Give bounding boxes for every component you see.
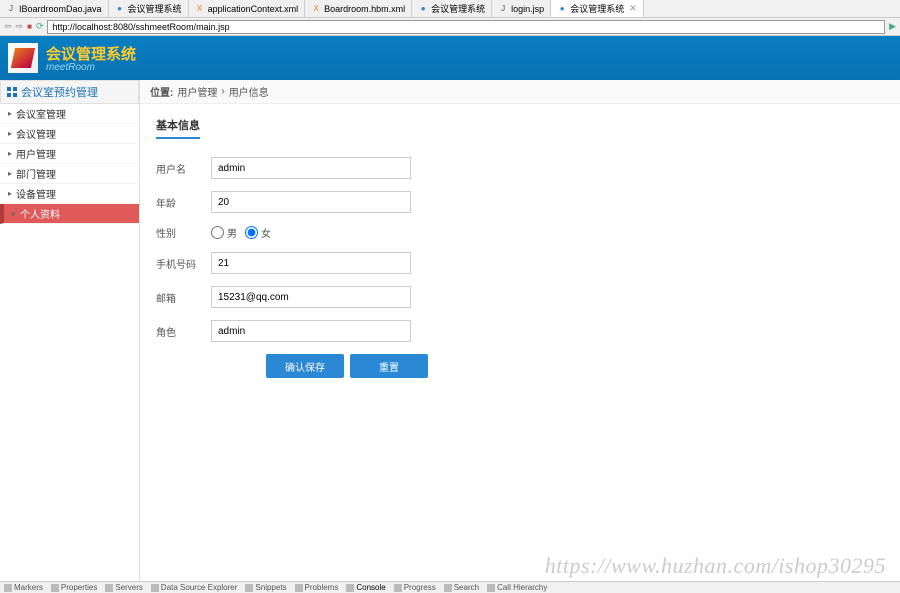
sidebar-item-equipment-manage[interactable]: ▸设备管理: [0, 184, 139, 204]
java-icon: J: [6, 4, 16, 14]
sidebar-item-user-manage[interactable]: ▸用户管理: [0, 144, 139, 164]
progress-icon: [394, 584, 402, 592]
tab-meeting-system-2[interactable]: ●会议管理系统: [412, 0, 492, 17]
watermark: https://www.huzhan.com/ishop30295: [545, 553, 886, 579]
chevron-right-icon: ▸: [8, 189, 12, 198]
markers-icon: [4, 584, 12, 592]
label-username: 用户名: [156, 161, 211, 176]
status-problems[interactable]: Problems: [295, 583, 339, 592]
sidebar-item-profile[interactable]: ▸个人资料: [0, 204, 139, 224]
chevron-right-icon: ▸: [8, 129, 12, 138]
tab-meeting-system-3[interactable]: ●会议管理系统✕: [551, 0, 644, 17]
status-data-source[interactable]: Data Source Explorer: [151, 583, 237, 592]
logo-icon: [11, 48, 35, 68]
role-input[interactable]: [211, 320, 411, 342]
tab-iboardroomdao[interactable]: JIBoardroomDao.java: [0, 0, 109, 17]
breadcrumb: 位置: 用户管理 › 用户信息: [140, 80, 900, 104]
xml-icon: X: [311, 4, 321, 14]
app-header: 会议管理系统 meetRoom: [0, 36, 900, 80]
web-icon: ●: [557, 4, 567, 14]
status-search[interactable]: Search: [444, 583, 479, 592]
chevron-right-icon: ▸: [8, 109, 12, 118]
sidebar: 会议室预约管理 ▸会议室管理 ▸会议管理 ▸用户管理 ▸部门管理 ▸设备管理 ▸…: [0, 80, 140, 581]
radio-male[interactable]: [211, 226, 224, 239]
label-email: 邮箱: [156, 290, 211, 305]
status-progress[interactable]: Progress: [394, 583, 436, 592]
web-icon: ●: [115, 4, 125, 14]
problems-icon: [295, 584, 303, 592]
logo: [8, 43, 38, 73]
data-source-icon: [151, 584, 159, 592]
tab-meeting-system-1[interactable]: ●会议管理系统: [109, 0, 189, 17]
chevron-right-icon: ▸: [8, 169, 12, 178]
submit-button[interactable]: 确认保存: [266, 354, 344, 378]
chevron-right-icon: ▸: [8, 149, 12, 158]
status-console[interactable]: Console: [346, 583, 385, 592]
label-role: 角色: [156, 324, 211, 339]
editor-tabs: JIBoardroomDao.java ●会议管理系统 Xapplication…: [0, 0, 900, 18]
browser-toolbar: ⇦ ⇨ ■ ⟳ ▶: [0, 18, 900, 36]
sidebar-item-dept-manage[interactable]: ▸部门管理: [0, 164, 139, 184]
section-title: 基本信息: [156, 117, 200, 139]
status-servers[interactable]: Servers: [105, 583, 143, 592]
chevron-right-icon: ▸: [12, 209, 16, 218]
status-markers[interactable]: Markers: [4, 583, 43, 592]
reset-button[interactable]: 重置: [350, 354, 428, 378]
call-hierarchy-icon: [487, 584, 495, 592]
email-input[interactable]: [211, 286, 411, 308]
url-input[interactable]: [47, 20, 885, 34]
forward-icon[interactable]: ⇨: [16, 21, 24, 32]
sidebar-item-meeting-manage[interactable]: ▸会议管理: [0, 124, 139, 144]
properties-icon: [51, 584, 59, 592]
age-input[interactable]: [211, 191, 411, 213]
tab-appcontext[interactable]: XapplicationContext.xml: [189, 0, 306, 17]
xml-icon: X: [195, 4, 205, 14]
label-age: 年龄: [156, 195, 211, 210]
servers-icon: [105, 584, 113, 592]
stop-icon[interactable]: ■: [27, 22, 32, 31]
status-properties[interactable]: Properties: [51, 583, 97, 592]
label-gender: 性别: [156, 225, 211, 240]
status-bar: Markers Properties Servers Data Source E…: [0, 581, 900, 593]
radio-female-label[interactable]: 女: [245, 225, 271, 240]
status-call-hierarchy[interactable]: Call Hierarchy: [487, 583, 547, 592]
grid-icon: [7, 87, 17, 97]
status-snippets[interactable]: Snippets: [245, 583, 286, 592]
label-phone: 手机号码: [156, 256, 211, 271]
back-icon[interactable]: ⇦: [4, 21, 12, 32]
phone-input[interactable]: [211, 252, 411, 274]
tab-login-jsp[interactable]: Jlogin.jsp: [492, 0, 551, 17]
content: 位置: 用户管理 › 用户信息 基本信息 用户名 年龄 性别 男 女 手机号码: [140, 80, 900, 581]
web-icon: ●: [418, 4, 428, 14]
search-icon: [444, 584, 452, 592]
refresh-icon[interactable]: ⟳: [36, 21, 44, 32]
snippets-icon: [245, 584, 253, 592]
console-icon: [346, 584, 354, 592]
tab-boardroom-hbm[interactable]: XBoardroom.hbm.xml: [305, 0, 412, 17]
sidebar-item-room-manage[interactable]: ▸会议室管理: [0, 104, 139, 124]
app-title: 会议管理系统: [46, 43, 136, 64]
sidebar-header: 会议室预约管理: [0, 80, 139, 104]
jsp-icon: J: [498, 4, 508, 14]
go-icon[interactable]: ▶: [889, 21, 896, 32]
radio-female[interactable]: [245, 226, 258, 239]
username-input[interactable]: [211, 157, 411, 179]
close-icon[interactable]: ✕: [629, 3, 637, 14]
radio-male-label[interactable]: 男: [211, 225, 237, 240]
